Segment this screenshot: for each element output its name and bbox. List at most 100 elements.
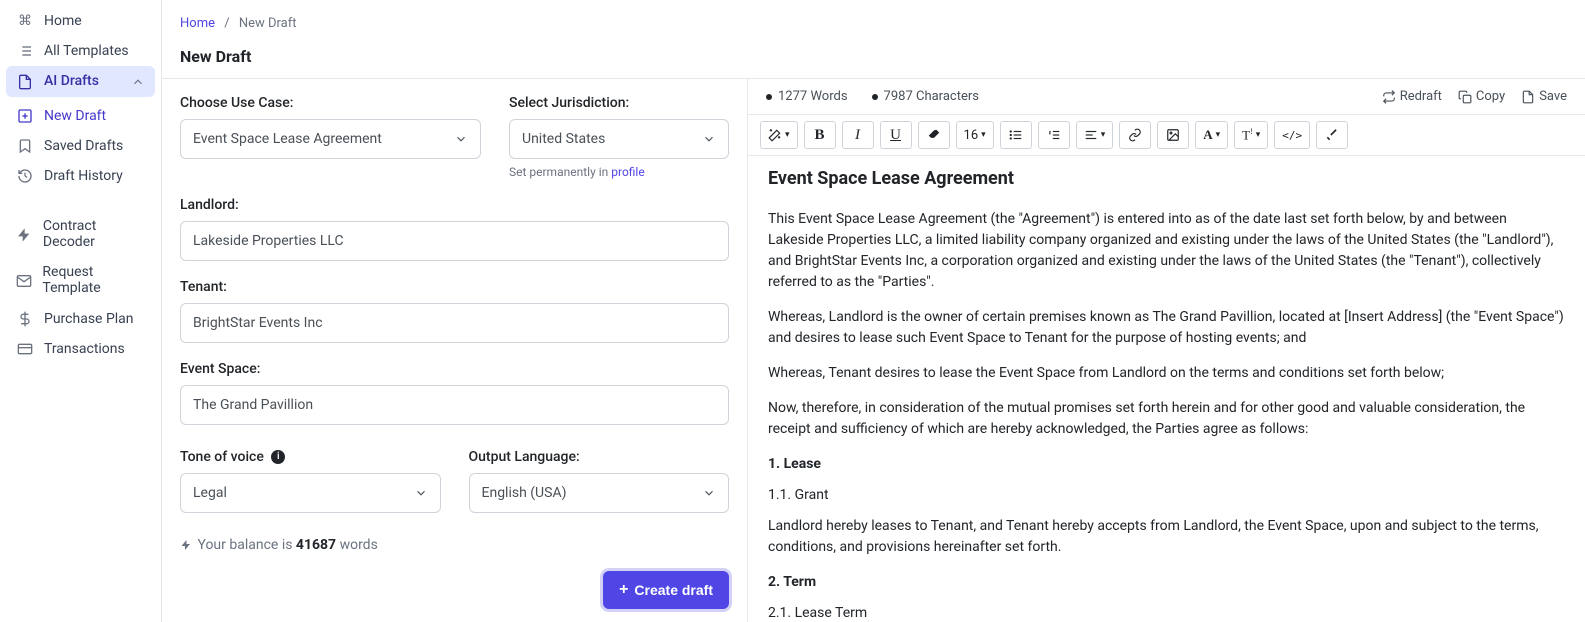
- align-button[interactable]: ▾: [1076, 121, 1114, 149]
- sidebar-item-draft-history[interactable]: Draft History: [6, 161, 155, 191]
- profile-link[interactable]: profile: [611, 165, 644, 179]
- lang-value: English (USA): [482, 485, 567, 501]
- chevron-down-icon: [702, 131, 716, 147]
- editor-body[interactable]: Event Space Lease Agreement This Event S…: [748, 156, 1585, 622]
- bullet-list-icon: [1009, 128, 1023, 143]
- use-case-select[interactable]: Event Space Lease Agreement: [180, 119, 481, 159]
- lang-label: Output Language:: [469, 449, 730, 465]
- refresh-icon: [1382, 89, 1396, 104]
- align-icon: [1084, 128, 1098, 143]
- breadcrumb-current: New Draft: [239, 16, 297, 31]
- code-icon: </>: [1282, 129, 1302, 142]
- use-case-label: Choose Use Case:: [180, 95, 481, 111]
- tenant-input[interactable]: [180, 303, 729, 343]
- dollar-icon: [16, 310, 34, 326]
- page-title: New Draft: [162, 31, 1585, 78]
- sidebar-item-home[interactable]: ⌘ Home: [6, 6, 155, 36]
- sidebar-item-ai-drafts[interactable]: AI Drafts: [6, 66, 155, 96]
- chevron-down-icon: ▾: [1256, 130, 1261, 140]
- sidebar-item-label: Request Template: [42, 264, 145, 296]
- sidebar-item-request-template[interactable]: Request Template: [6, 257, 155, 303]
- tone-value: Legal: [193, 485, 227, 501]
- form-panel: Choose Use Case: Event Space Lease Agree…: [162, 79, 748, 622]
- balance-value: 41687: [296, 537, 336, 553]
- code-button[interactable]: </>: [1274, 121, 1310, 149]
- doc-paragraph: Now, therefore, in consideration of the …: [768, 398, 1565, 440]
- sidebar-item-label: All Templates: [44, 43, 129, 59]
- sidebar-item-label: Saved Drafts: [44, 138, 123, 154]
- sidebar-item-purchase-plan[interactable]: Purchase Plan: [6, 303, 155, 333]
- font-size-select[interactable]: 16 ▾: [956, 121, 994, 149]
- sidebar-item-saved-drafts[interactable]: Saved Drafts: [6, 131, 155, 161]
- doc-subsection: 2.1. Lease Term: [768, 603, 1565, 622]
- magic-wand-button[interactable]: ▾: [760, 121, 798, 149]
- bold-button[interactable]: B: [804, 121, 836, 149]
- chevron-up-icon: [131, 73, 145, 89]
- landlord-label: Landlord:: [180, 197, 729, 213]
- copy-button[interactable]: Copy: [1458, 89, 1505, 104]
- sidebar-item-label: Purchase Plan: [44, 311, 134, 327]
- chevron-down-icon: ▾: [1216, 130, 1221, 140]
- create-draft-label: Create draft: [634, 582, 713, 598]
- list-icon: [16, 43, 34, 59]
- sidebar-item-label: Transactions: [44, 341, 125, 357]
- command-icon: ⌘: [16, 13, 34, 29]
- image-icon: [1166, 128, 1180, 143]
- save-button[interactable]: Save: [1521, 89, 1567, 104]
- numbered-list-icon: [1047, 128, 1061, 143]
- balance-text: Your balance is 41687 words: [180, 537, 729, 553]
- event-space-label: Event Space:: [180, 361, 729, 377]
- landlord-input[interactable]: [180, 221, 729, 261]
- eraser-button[interactable]: [918, 121, 950, 149]
- doc-paragraph: Whereas, Landlord is the owner of certai…: [768, 307, 1565, 349]
- text-format-icon: T!: [1242, 127, 1253, 143]
- lang-select[interactable]: English (USA): [469, 473, 730, 513]
- chevron-down-icon: [414, 485, 428, 501]
- editor-topbar: 1277 Words 7987 Characters Redraft Copy: [748, 79, 1585, 114]
- jurisdiction-value: United States: [522, 131, 605, 147]
- doc-section: 1. Lease: [768, 454, 1565, 475]
- tone-select[interactable]: Legal: [180, 473, 441, 513]
- chevron-down-icon: ▾: [981, 130, 986, 140]
- chevron-down-icon: ▾: [1101, 130, 1106, 140]
- sidebar-item-label: New Draft: [44, 108, 106, 124]
- info-icon[interactable]: i: [271, 450, 285, 464]
- doc-paragraph: This Event Space Lease Agreement (the "A…: [768, 209, 1565, 293]
- bookmark-icon: [16, 138, 34, 154]
- jurisdiction-select[interactable]: United States: [509, 119, 729, 159]
- tenant-label: Tenant:: [180, 279, 729, 295]
- bullet-list-button[interactable]: [1000, 121, 1032, 149]
- create-draft-button[interactable]: + Create draft: [603, 571, 729, 609]
- credit-card-icon: [16, 341, 34, 357]
- doc-section: 2. Term: [768, 572, 1565, 593]
- sidebar-item-label: AI Drafts: [44, 73, 99, 89]
- image-button[interactable]: [1157, 121, 1189, 149]
- font-color-button[interactable]: A ▾: [1195, 121, 1228, 149]
- magic-wand-icon: [768, 128, 782, 143]
- numbered-list-button[interactable]: [1038, 121, 1070, 149]
- link-button[interactable]: [1119, 121, 1151, 149]
- bolt-icon: [16, 226, 33, 242]
- text-format-button[interactable]: T! ▾: [1234, 121, 1268, 149]
- sidebar-item-transactions[interactable]: Transactions: [6, 334, 155, 364]
- sidebar-item-contract-decoder[interactable]: Contract Decoder: [6, 211, 155, 257]
- highlight-icon: [1325, 128, 1339, 143]
- copy-icon: [1458, 89, 1472, 104]
- chevron-down-icon: [454, 131, 468, 147]
- sidebar-item-label: Draft History: [44, 168, 123, 184]
- chevron-down-icon: ▾: [785, 130, 790, 140]
- eraser-icon: [927, 128, 941, 143]
- highlight-button[interactable]: [1316, 121, 1348, 149]
- redraft-button[interactable]: Redraft: [1382, 89, 1442, 104]
- jurisdiction-label: Select Jurisdiction:: [509, 95, 729, 111]
- mail-icon: [16, 272, 32, 288]
- doc-subsection: 1.1. Grant: [768, 485, 1565, 506]
- sidebar-item-templates[interactable]: All Templates: [6, 36, 155, 66]
- chevron-down-icon: [702, 485, 716, 501]
- event-space-input[interactable]: [180, 385, 729, 425]
- italic-button[interactable]: I: [842, 121, 874, 149]
- breadcrumb-home-link[interactable]: Home: [180, 16, 215, 31]
- underline-button[interactable]: U: [880, 121, 912, 149]
- breadcrumb-separator: /: [224, 16, 229, 31]
- sidebar-item-new-draft[interactable]: New Draft: [6, 101, 155, 131]
